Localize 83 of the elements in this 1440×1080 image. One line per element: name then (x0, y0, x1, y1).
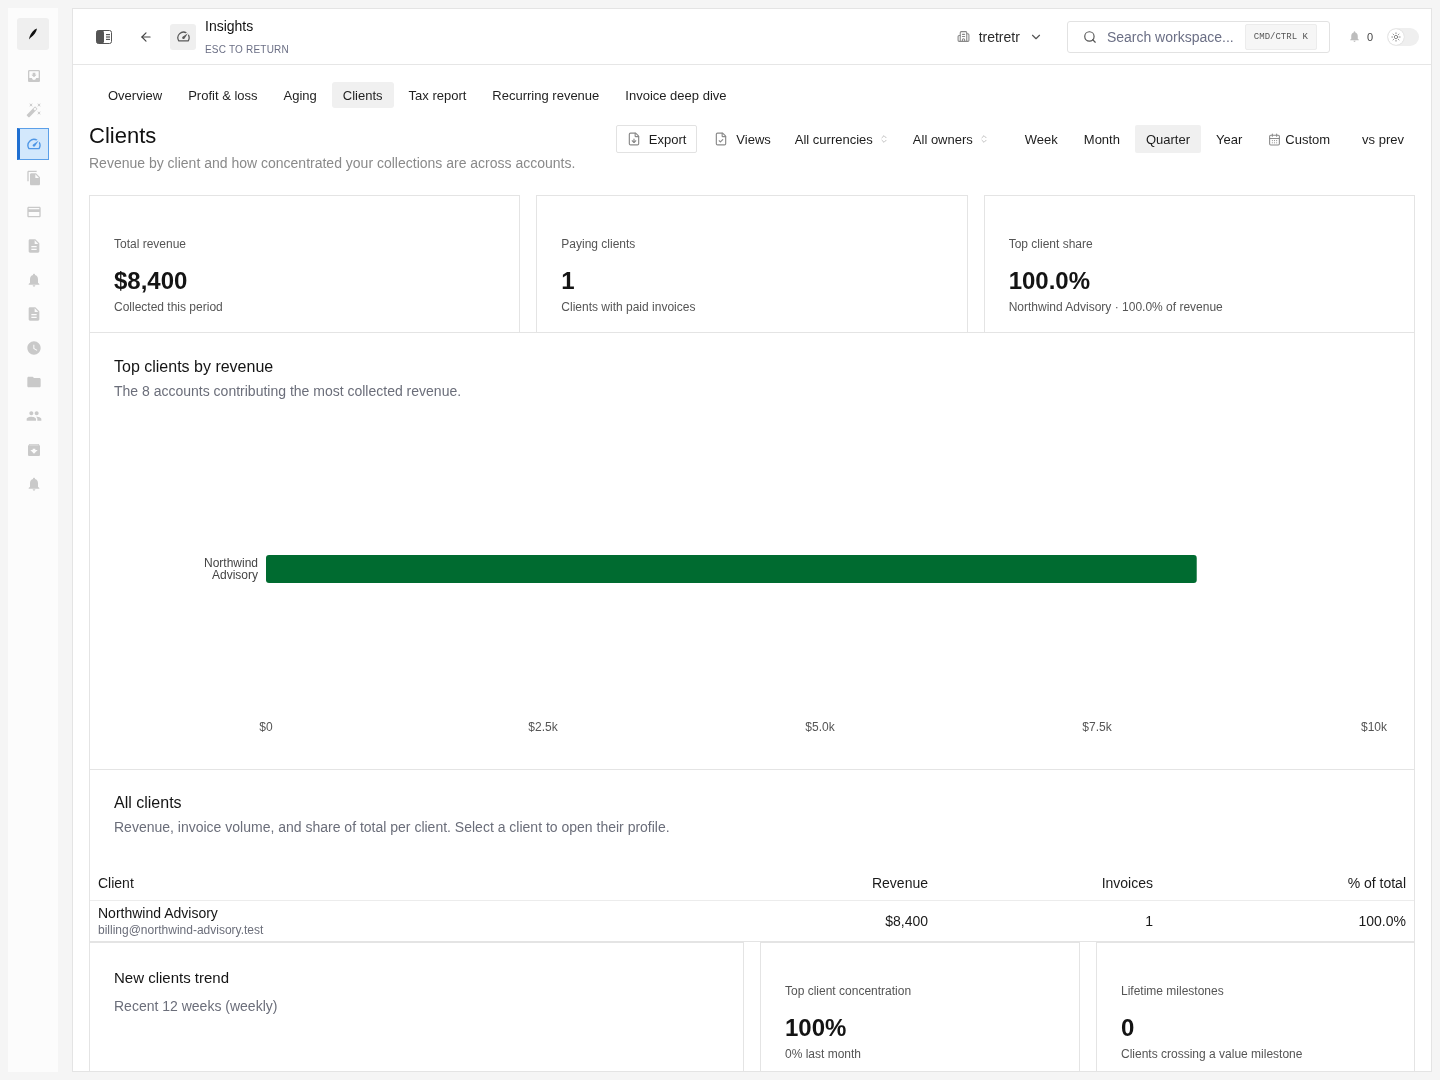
axis-tick-label: $10k (1361, 719, 1387, 735)
table-cell-text: $8,400 (884, 913, 929, 929)
stat-value: 0 (1121, 1013, 1136, 1043)
archive-icon (26, 442, 42, 458)
stat-label: Total revenue (114, 236, 188, 252)
section-subtitle: The 8 accounts contributing the most collected revenue. (114, 382, 462, 401)
credit-card-icon (26, 204, 42, 220)
tab[interactable]: Profit & loss (177, 82, 269, 108)
app-title: Insights (205, 16, 255, 35)
building-icon (956, 30, 970, 43)
shortcut-hint: ESC TO RETURN (205, 42, 289, 57)
column-header: Invoices (1100, 875, 1154, 891)
up-down-icon (878, 134, 889, 144)
bell-icon (26, 272, 42, 288)
logo-icon (17, 18, 49, 50)
stat-value: 100% (785, 1013, 848, 1043)
sidebar-icon (96, 29, 112, 44)
stat-label: Lifetime milestones (1121, 983, 1225, 999)
gauge-icon (170, 23, 196, 50)
section-subtitle: Recent 12 weeks (weekly) (114, 997, 278, 1016)
axis-tick-label: $2.5k (528, 719, 558, 735)
folder-icon (26, 374, 42, 390)
tab[interactable]: Tax report (397, 82, 478, 108)
category-label: Northwind Advisory (202, 557, 258, 581)
workspace-switcher[interactable]: tretretr (956, 28, 1043, 45)
stat-note: Northwind Advisory · 100.0% of revenue (1008, 299, 1224, 315)
up-down-icon (978, 134, 989, 144)
calendar-icon (1268, 132, 1282, 146)
period-tab[interactable]: Quarter (1134, 125, 1201, 153)
section-title: New clients trend (114, 968, 230, 988)
wand-icon (26, 102, 42, 118)
section-title: Top clients by revenue (114, 357, 274, 377)
document-icon (26, 238, 42, 254)
column-header: Client (97, 875, 135, 891)
section-subtitle: Revenue, invoice volume, and share of total per client. Select a client to open their profile. (114, 818, 670, 837)
axis-tick-label: $0 (259, 719, 273, 735)
stat-label: Paying clients (561, 236, 637, 252)
stat-label: Top client concentration (785, 983, 913, 999)
section-title: All clients (114, 793, 182, 813)
file-download-icon (626, 132, 641, 146)
client-email: billing@northwind-advisory.test (98, 923, 264, 937)
axis-tick-label: $5.0k (805, 719, 835, 735)
column-header: % of total (1346, 875, 1407, 891)
stat-value: 1 (561, 266, 576, 296)
tab[interactable]: Recurring revenue (481, 82, 611, 108)
keyboard-shortcut: CMD/CTRL K (1244, 23, 1317, 50)
page-title: Clients (89, 122, 158, 150)
bell-icon (26, 476, 42, 492)
inbox-icon (26, 68, 42, 84)
nav-button[interactable] (17, 128, 49, 160)
stat-value: $8,400 (114, 266, 189, 296)
theme-switch[interactable] (1387, 27, 1419, 46)
users-icon (26, 408, 42, 424)
clock-icon (26, 340, 42, 356)
stat-value: 100.0% (1008, 266, 1092, 296)
stat-note: Clients crossing a value milestone (1121, 1046, 1304, 1062)
copy-icon (26, 170, 42, 186)
stat-note: Collected this period (114, 299, 224, 315)
client-name[interactable]: Northwind Advisory (98, 905, 218, 921)
stat-note: Clients with paid invoices (561, 299, 697, 315)
bell-icon (1347, 30, 1361, 43)
search-field[interactable]: Search workspace... (1106, 28, 1235, 45)
stat-note: 0% last month (785, 1046, 863, 1062)
tab[interactable]: Clients (331, 82, 394, 108)
gauge-icon (26, 136, 42, 152)
column-header: Revenue (870, 875, 929, 891)
axis-tick-label: $7.5k (1082, 719, 1112, 735)
table-cell-text: 1 (1144, 913, 1154, 929)
back-button[interactable] (139, 29, 153, 44)
tab[interactable]: Aging (272, 82, 328, 108)
table-cell-text: 100.0% (1357, 913, 1407, 929)
stat-label: Top client share (1008, 236, 1094, 252)
tab[interactable]: Invoice deep dive (614, 82, 738, 108)
document-icon (26, 306, 42, 322)
page-subtitle: Revenue by client and how concentrated your collections are across accounts. (89, 154, 576, 173)
arrow-left-icon (139, 29, 153, 44)
file-check-icon (714, 132, 729, 146)
notifications-button[interactable]: 0 (1347, 30, 1373, 43)
search-icon (1082, 29, 1097, 44)
sun-icon (1388, 28, 1404, 45)
sidebar-toggle-button[interactable] (96, 29, 112, 44)
export-button[interactable]: Export (615, 125, 698, 153)
tab[interactable]: Overview (97, 82, 174, 108)
